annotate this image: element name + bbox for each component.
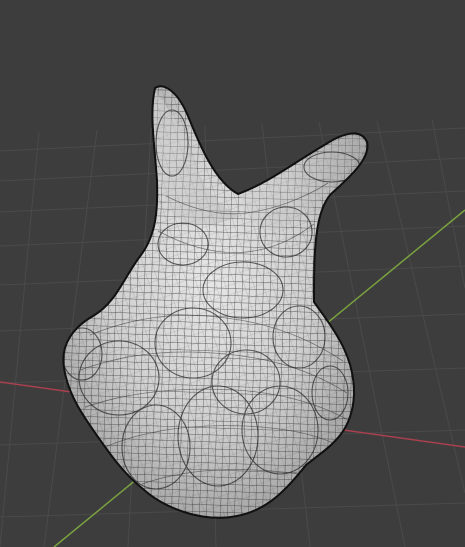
- viewport-canvas[interactable]: [0, 0, 465, 547]
- 3d-viewport[interactable]: [0, 0, 465, 547]
